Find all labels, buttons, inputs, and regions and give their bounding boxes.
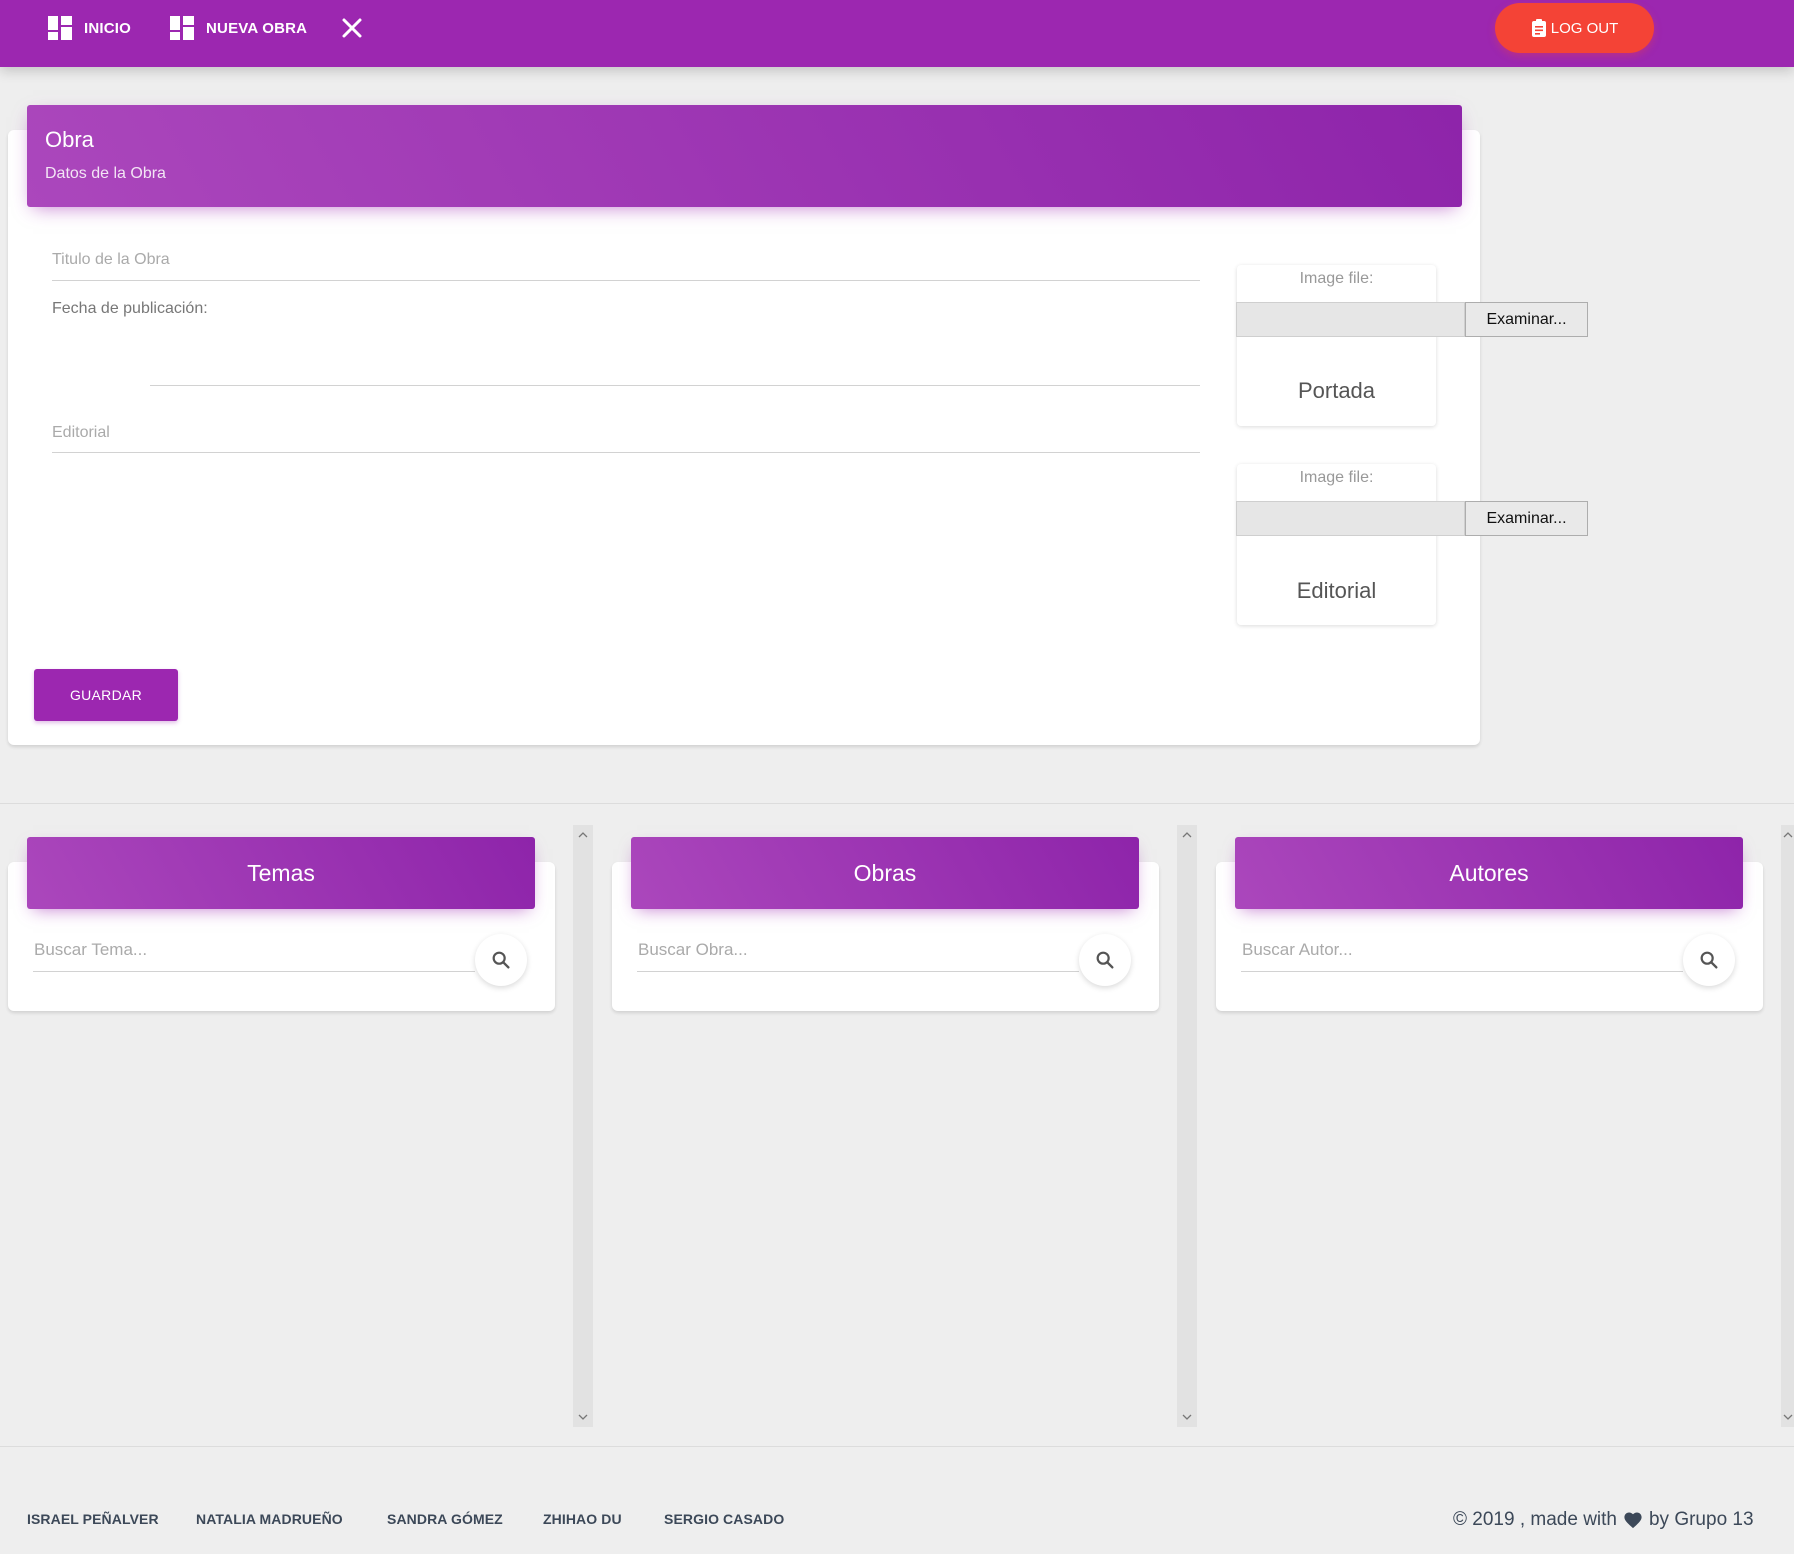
nav-nueva-obra-label: NUEVA OBRA [206,19,308,37]
scroll-down-icon[interactable] [1177,1409,1197,1425]
obras-header: Obras [631,837,1139,909]
dashboard-icon [170,16,194,40]
footer-link-sergio[interactable]: SERGIO CASADO [664,1511,784,1527]
editorial-input[interactable]: Editorial [52,424,110,442]
scroll-up-icon[interactable] [1177,827,1197,843]
search-icon [492,951,510,969]
footer-link-israel[interactable]: ISRAEL PEÑALVER [27,1511,159,1527]
editorial-file-input[interactable]: Examinar... [1236,501,1588,536]
copyright-prefix: © 2019 , made with [1453,1509,1617,1530]
search-icon [1096,951,1114,969]
footer-link-sandra[interactable]: SANDRA GÓMEZ [387,1511,503,1527]
footer-divider [0,1446,1794,1447]
copyright-suffix: by Grupo 13 [1648,1509,1754,1530]
clipboard-icon [1531,19,1546,37]
obras-search-underline [637,971,1079,972]
dashboard-icon [48,16,72,40]
nav-nueva-obra-link[interactable]: NUEVA OBRA [170,14,307,42]
search-icon [1700,951,1718,969]
obra-subtitle: Datos de la Obra [45,165,166,182]
fecha-input[interactable] [150,385,1200,386]
obra-title: Obra [45,127,94,152]
titulo-input[interactable]: Titulo de la Obra [52,251,170,269]
scroll-down-icon[interactable] [1781,1409,1794,1425]
portada-file-input[interactable]: Examinar... [1236,302,1588,337]
logout-button[interactable]: LOG OUT [1495,3,1654,53]
divider [0,803,1794,804]
portada-caption: Portada [1297,378,1376,403]
obras-search-button[interactable] [1079,934,1131,986]
editorial-file-path[interactable] [1236,501,1465,536]
obra-card [8,130,1480,745]
autores-scrollbar[interactable] [1781,825,1794,1427]
navbar: INICIO NUEVA OBRA LOG OUT [0,0,1794,67]
editorial-caption: Editorial [1296,578,1377,603]
temas-scrollbar[interactable] [573,825,593,1427]
autores-header: Autores [1235,837,1743,909]
scroll-up-icon[interactable] [1781,827,1794,843]
nav-inicio-link[interactable]: INICIO [48,14,131,42]
temas-search-button[interactable] [475,934,527,986]
footer-link-natalia[interactable]: NATALIA MADRUEÑO [196,1511,343,1527]
close-icon[interactable] [340,16,364,40]
guardar-button[interactable]: GUARDAR [34,669,178,721]
scroll-up-icon[interactable] [573,827,593,843]
logout-label: LOG OUT [1550,19,1619,37]
nav-inicio-label: INICIO [84,19,132,37]
autores-search-input[interactable]: Buscar Autor... [1242,940,1353,960]
temas-search-input[interactable]: Buscar Tema... [34,940,147,960]
portada-browse-button[interactable]: Examinar... [1465,302,1588,337]
footer-link-zhihao[interactable]: ZHIHAO DU [543,1511,622,1527]
portada-file-label: Image file: [1299,270,1374,287]
titulo-input-underline [52,280,1200,281]
heart-icon [1624,1512,1642,1529]
autores-search-underline [1241,971,1683,972]
editorial-input-underline [52,452,1200,453]
temas-header: Temas [27,837,535,909]
autores-search-button[interactable] [1683,934,1735,986]
obra-card-header: Obra Datos de la Obra [27,105,1462,207]
obras-scrollbar[interactable] [1177,825,1197,1427]
footer-copyright: © 2019 , made with by Grupo 13 [1453,1509,1754,1531]
temas-search-underline [33,971,475,972]
obras-search-input[interactable]: Buscar Obra... [638,940,748,960]
editorial-browse-button[interactable]: Examinar... [1465,501,1588,536]
editorial-file-label: Image file: [1299,469,1374,486]
portada-file-path[interactable] [1236,302,1465,337]
fecha-label: Fecha de publicación: [52,300,208,317]
scroll-down-icon[interactable] [573,1409,593,1425]
